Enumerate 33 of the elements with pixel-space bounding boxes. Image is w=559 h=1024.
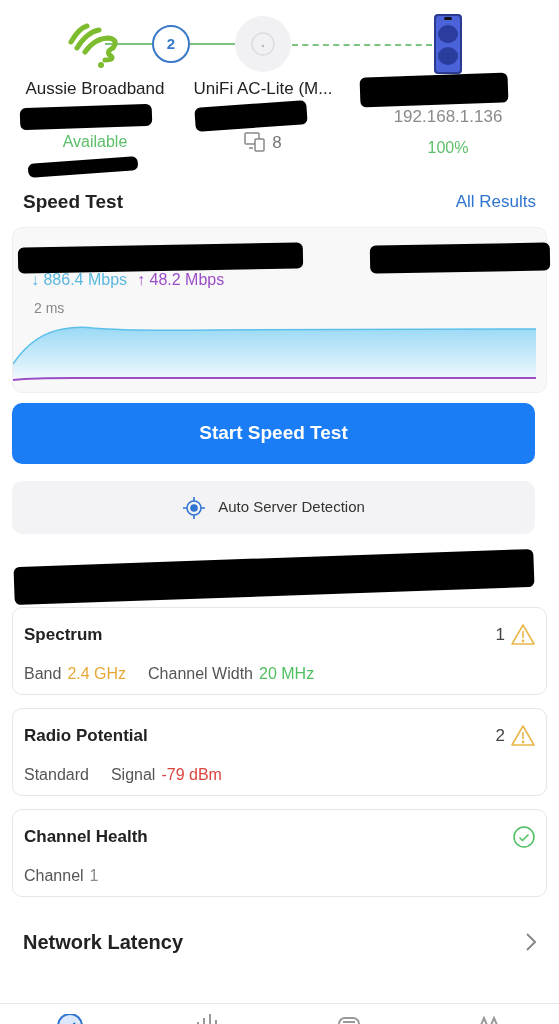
latency-text: 2 ms [34,299,66,318]
phone-icon [434,14,462,74]
start-speed-test-button[interactable]: Start Speed Test [12,403,535,464]
server-detection-button[interactable]: Auto Server Detection [12,481,535,534]
signal-percent: 100% [427,137,469,158]
field-text: Standard [24,764,89,785]
warning-icon [511,624,535,646]
download-speed: ↓ 886.4 Mbps [31,270,128,290]
warning-icon [511,725,535,747]
chevron-right-icon[interactable] [526,933,536,951]
check-circle-icon [513,825,535,848]
status-text: Available [62,131,128,152]
card-title: Channel Health [24,826,148,848]
devices-icon [244,132,267,153]
device-name: Aussie Broadband [25,78,165,100]
issue-count: 2 [495,725,505,747]
ip-address: 192.168.1.136 [393,106,503,128]
upload-speed: ↑ 48.2 Mbps [137,270,225,290]
field-text: Band 2.4 GHz [24,663,127,684]
access-point-icon [234,15,292,73]
field-text: Channel Width 20 MHz [148,663,315,684]
section-title: Speed Test [23,189,123,214]
field-text: Channel 1 [24,865,99,886]
card-title: Radio Potential [24,725,148,747]
hop-count-badge: 2 [152,25,190,63]
device-name: UniFi AC-Lite (M... [193,78,333,100]
all-results-link[interactable]: All Results [455,189,536,215]
card-title: Spectrum [24,624,103,646]
section-title: Network Latency [23,930,184,955]
issue-count: 1 [495,624,505,646]
target-icon [182,495,207,520]
client-count: 8 [272,131,282,154]
field-text: Signal -79 dBm [110,764,222,785]
